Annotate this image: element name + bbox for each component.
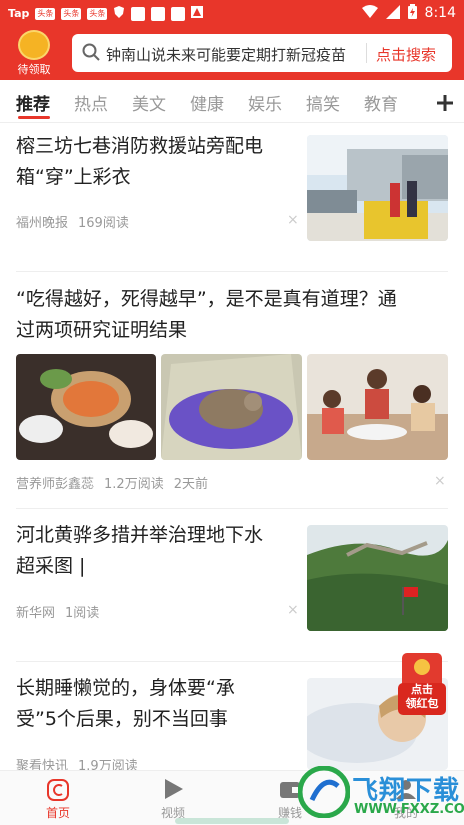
article-thumbnail xyxy=(307,525,448,631)
article-meta: 新华网 1阅读 xyxy=(16,602,109,621)
gesture-handle[interactable] xyxy=(175,818,289,824)
feed-divider xyxy=(16,661,448,662)
article-title-line: “吃得越好，死得越早”，是不是真有道理？通 xyxy=(16,288,397,310)
warning-icon xyxy=(191,6,204,21)
app-badge: 头条 xyxy=(87,7,108,20)
article-title-line: 箱“穿”上彩衣 xyxy=(16,166,131,188)
add-channel-icon[interactable] xyxy=(436,86,454,118)
article-source: 新华网 xyxy=(16,606,56,621)
battery-icon xyxy=(407,4,417,22)
article-meta: 福州晚报 169阅读 xyxy=(16,212,139,231)
promo-line: 点击 xyxy=(411,683,433,696)
signal-icon xyxy=(385,4,400,22)
article-source: 营养师彭鑫蕊 xyxy=(16,477,95,492)
shield-icon xyxy=(113,5,125,22)
article-title: 长期睡懒觉的，身体要“承 受”5个后果，别不当回事 xyxy=(16,673,235,735)
tab-education[interactable]: 教育 xyxy=(364,90,398,115)
tab-recommend[interactable]: 推荐 xyxy=(16,90,50,115)
tab-health[interactable]: 健康 xyxy=(190,90,224,115)
red-packet-promo[interactable]: 点击 领红包 xyxy=(398,653,446,715)
nav-home-label: 首页 xyxy=(45,806,70,820)
search-button[interactable]: 点击搜索 xyxy=(376,44,436,65)
article-thumbnail xyxy=(16,354,156,460)
dismiss-icon[interactable]: × xyxy=(434,473,446,489)
play-icon xyxy=(163,777,185,805)
tab-hot[interactable]: 热点 xyxy=(74,90,108,115)
nav-home[interactable]: 首页 xyxy=(28,771,88,825)
article-reads: 1.2万阅读 xyxy=(104,477,164,492)
status-bar: Tap 头条 头条 头条 8:14 xyxy=(0,0,464,26)
article-title-line: 榕三坊七巷消防救援站旁配电 xyxy=(16,135,264,157)
tab-funny[interactable]: 搞笑 xyxy=(306,90,340,115)
article-title-line: 河北黄骅多措并举治理地下水 xyxy=(16,524,264,546)
clock-time: 8:14 xyxy=(424,5,456,21)
tab-entertainment[interactable]: 娱乐 xyxy=(248,90,282,115)
article-title: “吃得越好，死得越早”，是不是真有道理？通 过两项研究证明结果 xyxy=(16,284,397,346)
article-source: 福州晚报 xyxy=(16,216,69,231)
category-tabs: 推荐 热点 美文 健康 娱乐 搞笑 教育 xyxy=(0,80,464,123)
article-thumbnail xyxy=(307,135,448,241)
notification-icon xyxy=(131,6,146,21)
carrier-label: Tap xyxy=(8,7,30,20)
promo-line: 领红包 xyxy=(405,697,439,710)
article-title: 榕三坊七巷消防救援站旁配电 箱“穿”上彩衣 xyxy=(16,131,263,193)
dismiss-icon[interactable]: × xyxy=(287,602,299,618)
home-icon xyxy=(47,779,69,805)
nav-video[interactable]: 视频 xyxy=(143,771,203,825)
article-title-line: 长期睡懒觉的，身体要“承 xyxy=(16,677,235,699)
feed-divider xyxy=(16,508,448,509)
wifi-icon xyxy=(361,4,378,22)
search-bar[interactable]: 钟南山说未来可能要定期打新冠疫苗 点击搜索 xyxy=(72,34,452,72)
watermark: 飞翔下载 WWW.FXXZ.COM xyxy=(296,762,464,824)
notification-icon xyxy=(171,6,186,21)
dismiss-icon[interactable]: × xyxy=(287,212,299,228)
article-reads: 1阅读 xyxy=(65,606,100,621)
article-title: 河北黄骅多措并举治理地下水 超采图 | xyxy=(16,520,263,582)
app-badge: 头条 xyxy=(61,7,82,20)
coin-bag-icon xyxy=(18,30,50,60)
app-badge: 头条 xyxy=(35,7,56,20)
article-meta: 营养师彭鑫蕊 1.2万阅读 2天前 xyxy=(16,473,218,492)
app-header: 待领取 钟南山说未来可能要定期打新冠疫苗 点击搜索 xyxy=(0,26,464,80)
article-title-line: 超采图 | xyxy=(16,555,86,577)
active-tab-indicator xyxy=(18,116,50,119)
coin-reward-label: 待领取 xyxy=(17,63,51,76)
search-icon xyxy=(82,43,100,65)
feed-divider xyxy=(16,271,448,272)
article-title-line: 过两项研究证明结果 xyxy=(16,319,188,341)
article-thumbnail xyxy=(161,354,302,460)
notification-icon xyxy=(151,6,166,21)
watermark-url: WWW.FXXZ.COM xyxy=(354,802,464,817)
search-divider xyxy=(366,43,367,63)
tab-essays[interactable]: 美文 xyxy=(132,90,166,115)
article-time: 2天前 xyxy=(173,477,208,492)
article-reads: 169阅读 xyxy=(78,216,129,231)
search-input[interactable]: 钟南山说未来可能要定期打新冠疫苗 xyxy=(106,44,356,65)
coin-reward-button[interactable]: 待领取 xyxy=(10,30,58,76)
article-thumbnail xyxy=(307,354,448,460)
article-title-line: 受”5个后果，别不当回事 xyxy=(16,708,228,730)
